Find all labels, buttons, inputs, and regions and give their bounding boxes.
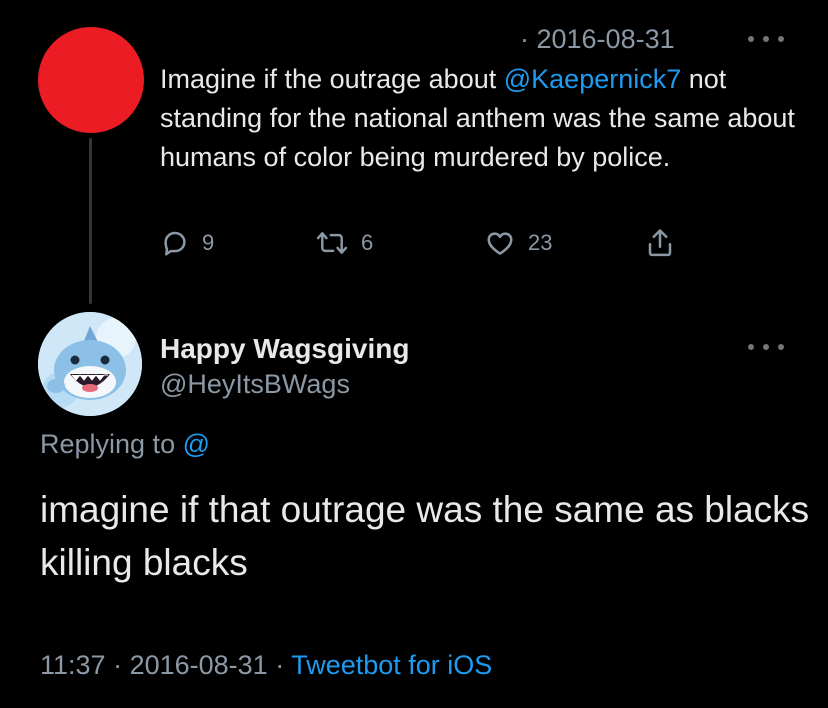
avatar-shark — [38, 312, 142, 416]
reply-icon — [164, 231, 186, 256]
tweet-meta: 11:37 · 2016-08-31 · Tweetbot for iOS — [40, 650, 492, 681]
like-count: 23 — [528, 230, 553, 255]
reply-count: 9 — [202, 230, 215, 255]
tweet-time: 11:37 — [40, 650, 106, 680]
parent-tweet-text: Imagine if the outrage about @Kaepernick… — [160, 60, 800, 177]
more-icon[interactable] — [748, 340, 784, 354]
reply-button[interactable]: 9 — [160, 228, 214, 258]
replying-to: Replying to @ — [40, 429, 210, 460]
share-icon — [648, 229, 672, 257]
replying-mention-link[interactable]: @ — [183, 429, 210, 459]
retweet-button[interactable]: 6 — [315, 228, 373, 258]
reply-avatar[interactable] — [38, 312, 142, 416]
more-icon[interactable] — [748, 32, 784, 46]
user-handle[interactable]: @HeyItsBWags — [160, 369, 350, 400]
retweet-count: 6 — [361, 230, 374, 255]
thread-line — [89, 138, 92, 304]
meta-separator: · — [267, 650, 292, 680]
tweet-date: 2016-08-31 — [129, 650, 268, 680]
parent-avatar[interactable] — [38, 27, 144, 133]
mention-link[interactable]: @Kaepernick7 — [504, 64, 682, 94]
retweet-icon — [316, 232, 348, 254]
share-button[interactable] — [645, 226, 675, 260]
meta-separator: · — [105, 650, 130, 680]
parent-tweet-date: · 2016-08-31 — [520, 24, 675, 54]
client-link[interactable]: Tweetbot for iOS — [291, 650, 492, 680]
like-button[interactable]: 23 — [484, 228, 552, 258]
parent-text-before: Imagine if the outrage about — [160, 64, 504, 94]
replying-label: Replying to — [40, 429, 183, 459]
reply-tweet-text: imagine if that outrage was the same as … — [40, 489, 810, 583]
display-name[interactable]: Happy Wagsgiving — [160, 333, 409, 365]
like-icon — [487, 232, 513, 255]
